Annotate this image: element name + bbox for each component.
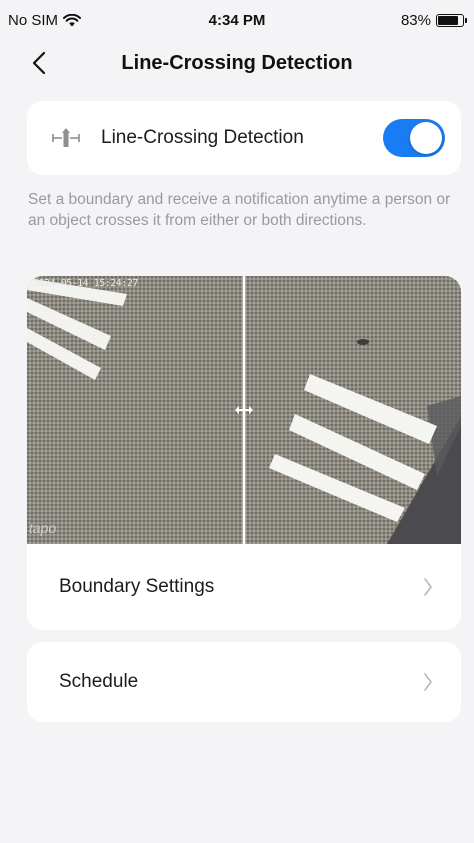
boundary-settings-label: Boundary Settings <box>59 576 215 597</box>
status-right: 83% <box>400 11 467 29</box>
chevron-left-icon <box>32 51 46 75</box>
boundary-settings-row[interactable]: Boundary Settings <box>27 544 461 630</box>
chevron-right-icon <box>423 671 437 693</box>
detection-toggle-label: Line-Crossing Detection <box>101 127 304 148</box>
feature-description: Set a boundary and receive a notificatio… <box>28 191 451 229</box>
battery-percent: 83% <box>400 11 431 29</box>
schedule-row[interactable]: Schedule <box>27 642 461 722</box>
nav-bar: Line-Crossing Detection <box>0 40 474 86</box>
camera-timestamp: 2024-05-14 15:24:27 <box>33 278 138 289</box>
detection-toggle-switch[interactable] <box>383 119 445 157</box>
tapo-watermark: tapo <box>29 520 57 536</box>
line-crossing-icon <box>51 127 81 149</box>
back-button[interactable] <box>22 46 56 80</box>
wifi-icon <box>63 13 82 26</box>
camera-preview[interactable]: 2024-05-14 15:24:27 tapo <box>27 276 461 544</box>
battery-fill <box>438 15 458 25</box>
switch-knob <box>410 122 442 154</box>
status-left: No SIM <box>8 11 82 29</box>
battery-icon <box>436 13 467 27</box>
page-title: Line-Crossing Detection <box>121 51 353 74</box>
camera-image <box>27 276 461 544</box>
status-bar: No SIM 4:34 PM 83% <box>0 0 474 40</box>
detection-toggle-card: Line-Crossing Detection <box>27 101 461 175</box>
schedule-label: Schedule <box>59 671 139 692</box>
chevron-right-icon <box>423 576 437 598</box>
carrier-label: No SIM <box>8 11 59 29</box>
